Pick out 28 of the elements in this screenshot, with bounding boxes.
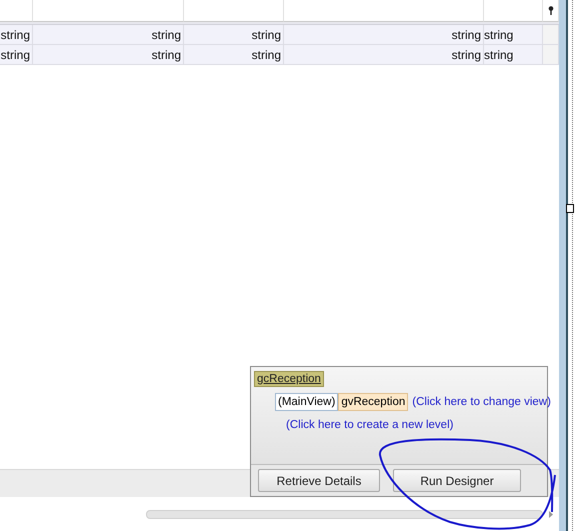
table-cell: string	[284, 45, 484, 65]
table-cell: string	[0, 45, 33, 65]
change-view-link[interactable]: (Click here to change view)	[412, 396, 551, 408]
table-cell: string	[33, 25, 184, 45]
table-cell: string	[184, 25, 284, 45]
main-view-label[interactable]: (MainView)	[275, 393, 338, 411]
grid-control-label[interactable]: gcReception	[254, 371, 324, 387]
retrieve-details-button[interactable]: Retrieve Details	[258, 469, 380, 492]
row-end-cell	[543, 45, 559, 65]
run-designer-button[interactable]: Run Designer	[393, 469, 521, 492]
table-cell: string	[33, 45, 184, 65]
resize-handle[interactable]	[566, 204, 574, 213]
table-cell: string	[284, 25, 484, 45]
column-header[interactable]	[0, 0, 33, 22]
column-header[interactable]	[33, 0, 184, 22]
new-level-link[interactable]: (Click here to create a new level)	[286, 419, 544, 431]
column-header[interactable]	[284, 0, 484, 22]
view-name-label[interactable]: gvReception	[338, 393, 408, 411]
scroll-right-icon[interactable]	[549, 510, 553, 518]
table-cell: string	[0, 25, 33, 45]
table-cell: string	[484, 45, 543, 65]
splitter-bar[interactable]	[559, 0, 568, 531]
table-cell: string	[184, 45, 284, 65]
scrollbar[interactable]	[146, 510, 543, 518]
column-header[interactable]	[184, 0, 284, 22]
filter-header[interactable]	[543, 0, 559, 22]
table-cell: string	[484, 25, 543, 45]
pin-icon[interactable]	[548, 6, 554, 15]
